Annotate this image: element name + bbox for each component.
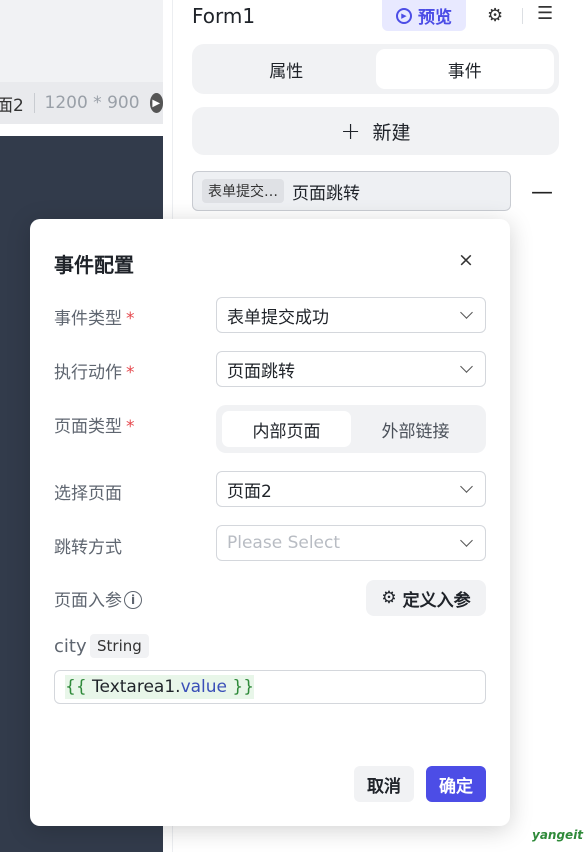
action-label: 执行动作 *: [54, 358, 135, 383]
expr-property: value: [180, 677, 227, 697]
param-type-badge: String: [90, 634, 149, 658]
params-label: 页面入参 i: [54, 586, 142, 611]
event-type-label: 事件类型 *: [54, 304, 135, 329]
confirm-button[interactable]: 确定: [426, 766, 486, 802]
info-icon[interactable]: i: [124, 591, 142, 609]
panel-tabs: 属性 事件: [192, 44, 559, 94]
page-type-segmented: 内部页面 外部链接: [216, 405, 486, 453]
required-mark: *: [126, 417, 135, 437]
collapse-menu-icon[interactable]: ☰: [537, 3, 553, 24]
select-page-select[interactable]: 页面2: [216, 471, 486, 507]
preview-label: 预览: [418, 8, 452, 28]
tab-properties[interactable]: 属性: [197, 49, 376, 89]
params-label-text: 页面入参: [54, 591, 122, 611]
divider: [33, 93, 35, 113]
event-type-select[interactable]: 表单提交成功: [216, 297, 486, 333]
jump-mode-select[interactable]: Please Select: [216, 525, 486, 561]
new-event-button[interactable]: + 新建: [192, 107, 559, 155]
param-value-input[interactable]: {{ Textarea1.value }}: [54, 670, 486, 704]
action-select[interactable]: 页面跳转: [216, 351, 486, 387]
expr-object: Textarea1.: [92, 677, 181, 697]
event-config-modal: 事件配置 × 事件类型 * 表单提交成功 执行动作 * 页面跳转 页面类型 * 内部页…: [30, 219, 510, 826]
modal-title: 事件配置: [54, 253, 134, 277]
gear-icon[interactable]: ⚙: [487, 5, 503, 26]
page-type-external[interactable]: 外部链接: [351, 411, 480, 447]
cancel-button[interactable]: 取消: [354, 766, 414, 802]
jump-mode-label: 跳转方式: [54, 538, 122, 558]
chevron-down-icon: [460, 306, 473, 319]
define-params-button[interactable]: ⚙ 定义入参: [366, 580, 486, 616]
canvas-toolbar: 面2 1200 * 900 ▶: [0, 82, 163, 124]
play-icon[interactable]: ▶: [149, 93, 163, 113]
required-mark: *: [126, 309, 135, 329]
canvas-background: [0, 0, 163, 82]
new-event-label: 新建: [372, 121, 411, 144]
page-type-label-text: 页面类型: [54, 417, 122, 437]
chevron-down-icon: [460, 534, 473, 547]
chevron-down-icon: [460, 360, 473, 373]
define-params-label: 定义入参: [402, 590, 471, 611]
gear-icon: ⚙: [381, 588, 397, 608]
select-page-value: 页面2: [227, 481, 272, 502]
chevron-down-icon: [460, 480, 473, 493]
action-label-text: 执行动作: [54, 363, 122, 383]
play-circle-icon: ▶: [396, 7, 412, 24]
tab-events[interactable]: 事件: [375, 49, 554, 89]
remove-event-button[interactable]: —: [531, 180, 553, 205]
jump-mode-placeholder: Please Select: [227, 533, 341, 553]
event-type-value: 表单提交成功: [227, 307, 329, 328]
param-name: city: [54, 636, 87, 657]
required-mark: *: [126, 363, 135, 383]
page-type-internal[interactable]: 内部页面: [222, 411, 351, 447]
divider: [522, 8, 523, 24]
expr-open: {{: [65, 677, 87, 697]
canvas-page-name[interactable]: 面2: [0, 91, 24, 116]
form-title: Form1: [192, 4, 256, 28]
close-icon[interactable]: ×: [458, 249, 474, 271]
watermark: yangeit: [532, 828, 584, 842]
canvas-dimensions: 1200 * 900: [44, 93, 140, 113]
plus-icon: +: [340, 117, 361, 145]
preview-button[interactable]: ▶ 预览: [382, 0, 466, 31]
event-trigger-tag: 表单提交…: [202, 179, 284, 203]
action-value: 页面跳转: [227, 361, 295, 382]
event-type-label-text: 事件类型: [54, 309, 122, 329]
expr-close: }}: [232, 677, 255, 697]
event-action-name: 页面跳转: [292, 183, 360, 204]
page-type-label: 页面类型 *: [54, 412, 135, 437]
expression: {{ Textarea1.value }}: [65, 675, 255, 699]
select-page-label: 选择页面: [54, 484, 122, 504]
event-item[interactable]: 表单提交… 页面跳转: [192, 171, 511, 211]
